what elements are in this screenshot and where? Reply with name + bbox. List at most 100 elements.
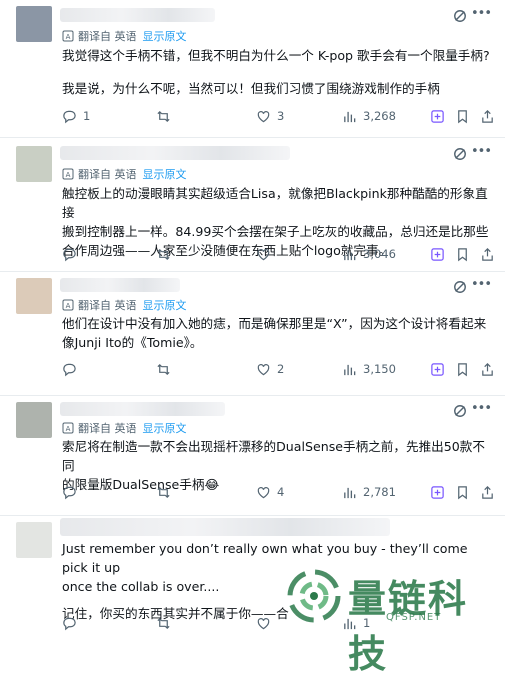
more-icon[interactable]: ••• (471, 144, 492, 159)
like-icon (257, 248, 270, 260)
watermark-title: 量链科技 (348, 577, 469, 676)
translation-note: A 翻译自 英语 显示原文 (62, 28, 187, 44)
bookmark-icon[interactable] (455, 362, 470, 377)
grok-icon[interactable] (453, 9, 467, 23)
reply-icon (63, 110, 76, 123)
repost-button[interactable] (156, 485, 256, 500)
repost-button[interactable] (156, 247, 256, 262)
repost-icon (157, 486, 170, 498)
repost-button[interactable] (156, 362, 256, 377)
reply-button[interactable] (62, 485, 156, 500)
grok-analyze-icon[interactable] (430, 362, 445, 377)
show-original-link[interactable]: 显示原文 (143, 166, 187, 182)
reply-button[interactable] (62, 616, 156, 631)
share-icon[interactable] (480, 109, 495, 124)
reply-icon (63, 248, 76, 261)
action-bar: 1 3 3,268 (62, 107, 495, 125)
translate-icon: A (62, 30, 74, 42)
like-button[interactable]: 3 (256, 109, 342, 124)
show-original-link[interactable]: 显示原文 (143, 420, 187, 436)
author-name-blurred[interactable] (60, 278, 180, 292)
bookmark-icon[interactable] (455, 485, 470, 500)
reply-post[interactable]: ••• A 翻译自 英语 显示原文 我觉得这个手柄不错，但我不明白为什么一个 K… (0, 0, 505, 138)
translation-note: A 翻译自 英语 显示原文 (62, 166, 187, 182)
grok-icon[interactable] (453, 404, 467, 418)
svg-text:A: A (66, 171, 71, 179)
bookmark-icon[interactable] (455, 109, 470, 124)
like-button[interactable]: 4 (256, 485, 342, 500)
post-text-line: 他们在设计中没有加入她的痣，而是确保那里是“X”，因为这个设计将看起来 (62, 316, 487, 331)
views-icon (344, 249, 356, 260)
grok-analyze-icon[interactable] (430, 485, 445, 500)
post-text: 我觉得这个手柄不错，但我不明白为什么一个 K-pop 歌手会有一个限量手柄? 我… (62, 46, 491, 98)
reply-icon (63, 617, 76, 630)
repost-icon (157, 110, 170, 122)
views-icon (344, 487, 356, 498)
like-button[interactable] (256, 247, 342, 262)
translation-source: 翻译自 英语 (78, 422, 137, 435)
avatar[interactable] (16, 278, 52, 314)
reply-button[interactable] (62, 362, 156, 377)
like-button[interactable]: 2 (256, 362, 342, 377)
post-text-line: 索尼将在制造一款不会出现摇杆漂移的DualSense手柄之前，先推出50款不同 (62, 439, 485, 473)
like-count: 3 (277, 109, 285, 123)
reply-count: 1 (83, 109, 91, 123)
action-bar: 3,046 (62, 245, 495, 263)
avatar[interactable] (16, 6, 52, 42)
avatar[interactable] (16, 402, 52, 438)
svg-text:A: A (66, 425, 71, 433)
post-text-line (62, 65, 491, 79)
share-icon[interactable] (480, 485, 495, 500)
author-name-blurred[interactable] (60, 146, 290, 160)
right-actions (430, 362, 495, 377)
avatar[interactable] (16, 522, 52, 558)
author-name-blurred[interactable] (60, 518, 390, 536)
views-button[interactable]: 2,781 (342, 485, 430, 500)
reply-post[interactable]: ••• A 翻译自 英语 显示原文 索尼将在制造一款不会出现摇杆漂移的DualS… (0, 396, 505, 516)
svg-text:A: A (66, 302, 71, 310)
translation-note: A 翻译自 英语 显示原文 (62, 297, 187, 313)
post-text-line: 搬到控制器上一样。84.99买个会摆在架子上吃灰的收藏品，总归还是比那些 (62, 224, 489, 239)
grok-analyze-icon[interactable] (430, 109, 445, 124)
views-button[interactable]: 3,046 (342, 247, 430, 262)
like-icon (257, 110, 270, 122)
repost-button[interactable] (156, 109, 256, 124)
grok-analyze-icon[interactable] (430, 247, 445, 262)
post-text: 他们在设计中没有加入她的痣，而是确保那里是“X”，因为这个设计将看起来 像Jun… (62, 314, 491, 352)
views-count: 3,150 (363, 362, 396, 376)
like-count: 4 (277, 485, 285, 499)
action-bar: 2 3,150 (62, 360, 495, 378)
bookmark-icon[interactable] (455, 247, 470, 262)
show-original-link[interactable]: 显示原文 (143, 28, 187, 44)
reply-feed: ••• A 翻译自 英语 显示原文 我觉得这个手柄不错，但我不明白为什么一个 K… (0, 0, 505, 634)
repost-icon (157, 617, 170, 629)
show-original-link[interactable]: 显示原文 (143, 297, 187, 313)
more-icon[interactable]: ••• (471, 6, 492, 21)
views-button[interactable]: 3,150 (342, 362, 430, 377)
translation-source: 翻译自 英语 (78, 299, 137, 312)
views-count: 3,046 (363, 247, 396, 261)
views-icon (344, 364, 356, 375)
reply-post[interactable]: ••• A 翻译自 英语 显示原文 触控板上的动漫眼睛其实超级适合Lisa，就像… (0, 138, 505, 272)
author-name-blurred[interactable] (60, 402, 225, 416)
repost-button[interactable] (156, 616, 256, 631)
like-icon (257, 486, 270, 498)
share-icon[interactable] (480, 247, 495, 262)
views-count: 2,781 (363, 485, 396, 499)
reply-button[interactable]: 1 (62, 109, 156, 124)
translate-icon: A (62, 168, 74, 180)
reply-post[interactable]: ••• A 翻译自 英语 显示原文 他们在设计中没有加入她的痣，而是确保那里是“… (0, 272, 505, 396)
post-text-line: 像Junji Ito的《Tomie》。 (62, 335, 203, 350)
author-name-blurred[interactable] (60, 8, 215, 22)
more-icon[interactable]: ••• (471, 401, 492, 416)
grok-icon[interactable] (453, 147, 467, 161)
avatar[interactable] (16, 146, 52, 182)
views-button[interactable]: 3,268 (342, 109, 430, 124)
translation-source: 翻译自 英语 (78, 30, 137, 43)
reply-button[interactable] (62, 247, 156, 262)
translate-icon: A (62, 422, 74, 434)
share-icon[interactable] (480, 362, 495, 377)
more-icon[interactable]: ••• (471, 277, 492, 292)
like-icon (257, 363, 270, 375)
grok-icon[interactable] (453, 280, 467, 294)
